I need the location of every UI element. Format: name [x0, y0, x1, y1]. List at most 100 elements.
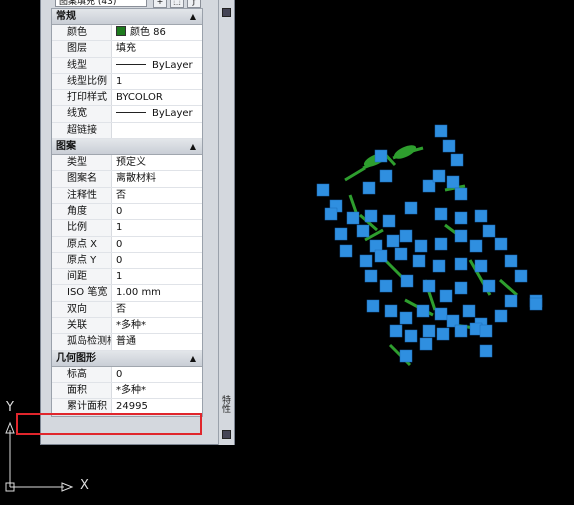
- grip-handle[interactable]: [454, 281, 468, 295]
- grip-handle[interactable]: [446, 175, 460, 189]
- property-value[interactable]: 颜色 86: [112, 25, 202, 40]
- grip-handle[interactable]: [366, 299, 380, 313]
- grip-handle[interactable]: [479, 344, 493, 358]
- grip-handle[interactable]: [529, 297, 543, 311]
- grip-handle[interactable]: [416, 304, 430, 318]
- property-row[interactable]: 线宽 ByLayer: [52, 106, 202, 123]
- grip-handle[interactable]: [454, 211, 468, 225]
- grip-handle[interactable]: [474, 209, 488, 223]
- quick-select-icon[interactable]: ƒ: [187, 0, 201, 8]
- collapse-arrow-icon[interactable]: ▲: [190, 351, 196, 367]
- grip-handle[interactable]: [364, 269, 378, 283]
- property-value[interactable]: 否: [112, 188, 202, 203]
- property-value[interactable]: 1: [112, 74, 202, 89]
- property-value[interactable]: 否: [112, 302, 202, 317]
- hatch-drawing[interactable]: [305, 120, 545, 380]
- grip-handle[interactable]: [469, 239, 483, 253]
- collapse-arrow-icon[interactable]: ▲: [190, 139, 196, 155]
- property-row[interactable]: 超链接: [52, 122, 202, 140]
- grip-handle[interactable]: [454, 187, 468, 201]
- grip-handle[interactable]: [379, 279, 393, 293]
- grip-handle[interactable]: [432, 169, 446, 183]
- property-value[interactable]: [112, 123, 202, 138]
- grip-handle[interactable]: [454, 257, 468, 271]
- grip-handle[interactable]: [394, 247, 408, 261]
- grip-handle[interactable]: [374, 249, 388, 263]
- grip-handle[interactable]: [504, 294, 518, 308]
- property-value[interactable]: *多种*: [112, 318, 202, 333]
- grip-handle[interactable]: [399, 229, 413, 243]
- grip-handle[interactable]: [346, 211, 360, 225]
- property-row[interactable]: 线型比例 1: [52, 73, 202, 91]
- property-row[interactable]: 颜色 颜色 86: [52, 25, 202, 42]
- grip-handle[interactable]: [494, 309, 508, 323]
- property-row[interactable]: 角度 0: [52, 203, 202, 221]
- grip-handle[interactable]: [316, 183, 330, 197]
- grip-handle[interactable]: [442, 139, 456, 153]
- grip-handle[interactable]: [404, 329, 418, 343]
- property-row[interactable]: 图案名 离散材料: [52, 171, 202, 188]
- grip-handle[interactable]: [482, 279, 496, 293]
- property-value[interactable]: 1.00 mm: [112, 285, 202, 300]
- grip-handle[interactable]: [462, 304, 476, 318]
- grip-handle[interactable]: [362, 181, 376, 195]
- grip-handle[interactable]: [434, 124, 448, 138]
- grip-handle[interactable]: [479, 324, 493, 338]
- palette-menu-icon[interactable]: [222, 8, 231, 17]
- property-value[interactable]: 普通: [112, 334, 202, 349]
- grip-handle[interactable]: [374, 149, 388, 163]
- grip-handle[interactable]: [384, 304, 398, 318]
- grip-handle[interactable]: [494, 237, 508, 251]
- grip-handle[interactable]: [434, 237, 448, 251]
- grip-handle[interactable]: [382, 214, 396, 228]
- property-row[interactable]: 间距 1: [52, 269, 202, 286]
- grip-handle[interactable]: [422, 324, 436, 338]
- grip-handle[interactable]: [434, 207, 448, 221]
- grip-handle[interactable]: [359, 254, 373, 268]
- grip-handle[interactable]: [339, 244, 353, 258]
- grip-handle[interactable]: [414, 239, 428, 253]
- section-header[interactable]: 图案 ▲: [52, 139, 202, 156]
- grip-handle[interactable]: [454, 324, 468, 338]
- property-row[interactable]: 孤岛检测样... 普通: [52, 334, 202, 351]
- grip-handle[interactable]: [389, 324, 403, 338]
- toggle-pickadd-icon[interactable]: +: [153, 0, 167, 8]
- property-row[interactable]: 类型 预定义: [52, 155, 202, 172]
- grip-handle[interactable]: [436, 327, 450, 341]
- property-value[interactable]: 离散材料: [112, 171, 202, 186]
- grip-handle[interactable]: [454, 229, 468, 243]
- grip-handle[interactable]: [379, 169, 393, 183]
- grip-handle[interactable]: [432, 259, 446, 273]
- property-value[interactable]: 1: [112, 220, 202, 235]
- grip-handle[interactable]: [356, 224, 370, 238]
- grip-handle[interactable]: [504, 254, 518, 268]
- property-row[interactable]: 原点 X 0: [52, 236, 202, 253]
- section-header[interactable]: 几何图形 ▲: [52, 350, 202, 367]
- grip-handle[interactable]: [324, 207, 338, 221]
- grip-handle[interactable]: [386, 234, 400, 248]
- property-row[interactable]: 注释性否: [52, 187, 202, 204]
- property-row[interactable]: 线型 ByLayer: [52, 57, 202, 74]
- select-objects-icon[interactable]: ⬚: [170, 0, 184, 8]
- collapse-arrow-icon[interactable]: ▲: [190, 9, 196, 25]
- grip-handle[interactable]: [474, 259, 488, 273]
- property-value[interactable]: 0: [112, 204, 202, 219]
- property-value[interactable]: *多种*: [112, 383, 202, 398]
- grip-handle[interactable]: [439, 289, 453, 303]
- section-header[interactable]: 常规 ▲: [52, 9, 202, 25]
- property-value[interactable]: ByLayer: [112, 58, 202, 73]
- grip-handle[interactable]: [400, 274, 414, 288]
- property-row[interactable]: 打印样式 BYCOLOR: [52, 90, 202, 107]
- property-row[interactable]: ISO 笔宽 1.00 mm: [52, 285, 202, 302]
- property-row[interactable]: 标高 0: [52, 366, 202, 383]
- grip-handle[interactable]: [364, 209, 378, 223]
- grip-handle[interactable]: [434, 307, 448, 321]
- grip-handle[interactable]: [482, 224, 496, 238]
- property-value[interactable]: 0: [112, 367, 202, 382]
- property-value[interactable]: BYCOLOR: [112, 90, 202, 105]
- grip-handle[interactable]: [412, 254, 426, 268]
- property-row[interactable]: 关联 *多种*: [52, 318, 202, 335]
- property-value[interactable]: 0: [112, 253, 202, 268]
- grip-handle[interactable]: [514, 269, 528, 283]
- grip-handle[interactable]: [404, 201, 418, 215]
